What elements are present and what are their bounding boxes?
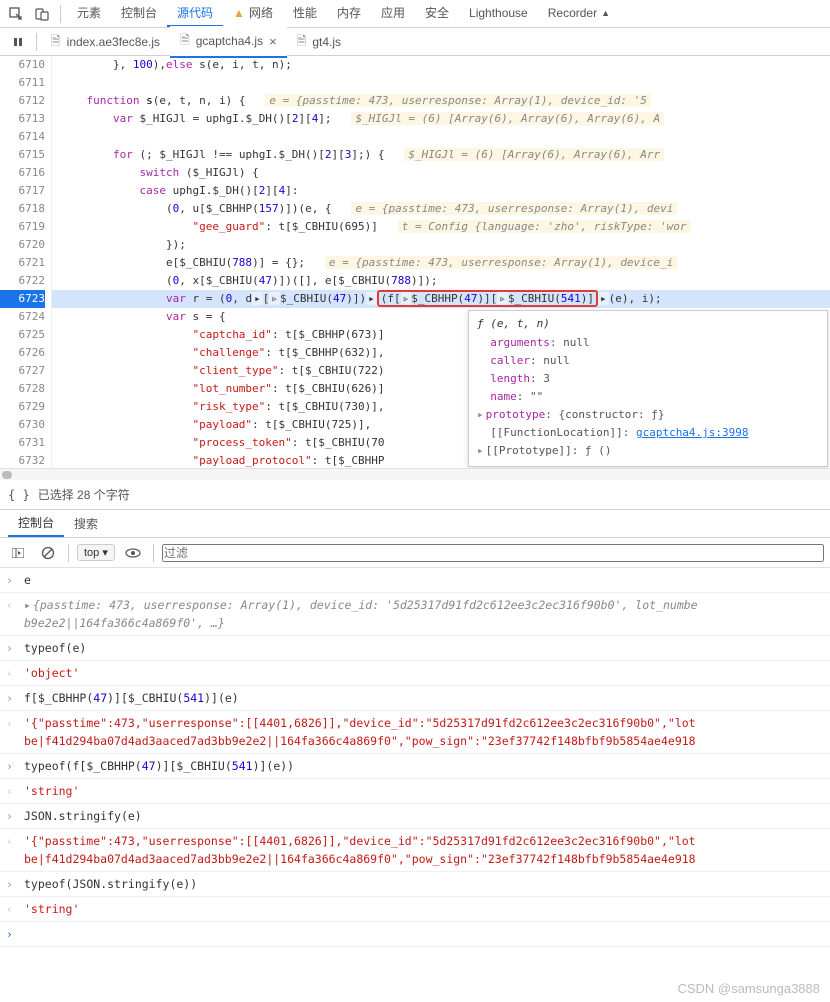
panel-tab-内存[interactable]: 内存 bbox=[327, 0, 371, 27]
console-input-row: ›typeof(JSON.stringify(e)) bbox=[0, 872, 830, 897]
file-tab[interactable]: 🗎gt4.js bbox=[287, 26, 351, 58]
watermark: CSDN @samsunga3888 bbox=[677, 981, 820, 996]
file-icon: 🗎 bbox=[297, 32, 307, 53]
console-output-row: ‹▸{passtime: 473, userresponse: Array(1)… bbox=[0, 593, 830, 636]
pause-script-icon[interactable] bbox=[4, 30, 32, 54]
console-toolbar: top ▾ bbox=[0, 538, 830, 568]
panel-tabs: 元素控制台源代码▲ 网络性能内存应用安全LighthouseRecorder ▲ bbox=[67, 0, 620, 27]
console-output-row: ‹'string' bbox=[0, 897, 830, 922]
panel-tab-性能[interactable]: 性能 bbox=[283, 0, 327, 27]
file-icon: 🗎 bbox=[180, 31, 190, 52]
drawer-tab[interactable]: 搜索 bbox=[64, 511, 108, 536]
selection-status-bar: { } 已选择 28 个字符 bbox=[0, 480, 830, 510]
tooltip-function-location[interactable]: [[FunctionLocation]]: gcaptcha4.js:3998 bbox=[477, 424, 819, 442]
clear-console-icon[interactable] bbox=[36, 541, 60, 565]
line-gutter[interactable]: 6710671167126713671467156716671767186719… bbox=[0, 56, 52, 468]
console-output-row: ‹'{"passtime":473,"userresponse":[[4401,… bbox=[0, 829, 830, 872]
file-tab[interactable]: 🗎gcaptcha4.js× bbox=[170, 26, 287, 58]
separator bbox=[153, 544, 154, 562]
console-output-row: ‹'object' bbox=[0, 661, 830, 686]
tooltip-property: name: "" bbox=[477, 388, 819, 406]
console-input-row: ›f[$_CBHHP(47)][$_CBHIU(541)](e) bbox=[0, 686, 830, 711]
console-output: ›e‹▸{passtime: 473, userresponse: Array(… bbox=[0, 568, 830, 947]
context-selector[interactable]: top ▾ bbox=[77, 544, 115, 561]
console-filter-input[interactable] bbox=[162, 544, 824, 562]
horizontal-scrollbar[interactable] bbox=[0, 468, 830, 480]
console-input-row: ›typeof(f[$_CBHHP(47)][$_CBHIU(541)](e)) bbox=[0, 754, 830, 779]
panel-tab-recorder[interactable]: Recorder ▲ bbox=[538, 2, 620, 26]
console-input-row: ›e bbox=[0, 568, 830, 593]
format-code-icon[interactable]: { } bbox=[8, 488, 30, 502]
scrollbar-thumb[interactable] bbox=[2, 471, 12, 479]
close-icon[interactable]: × bbox=[269, 34, 277, 49]
tooltip-property: caller: null bbox=[477, 352, 819, 370]
inspect-icon[interactable] bbox=[4, 2, 28, 26]
tooltip-property: length: 3 bbox=[477, 370, 819, 388]
console-output-row: ‹'string' bbox=[0, 779, 830, 804]
live-expression-icon[interactable] bbox=[121, 541, 145, 565]
separator bbox=[36, 33, 37, 51]
console-input-row: ›typeof(e) bbox=[0, 636, 830, 661]
console-output-row: ‹'{"passtime":473,"userresponse":[[4401,… bbox=[0, 711, 830, 754]
file-tab-bar: 🗎index.ae3fec8e.js🗎gcaptcha4.js×🗎gt4.js bbox=[0, 28, 830, 56]
drawer-tabs: 控制台搜索 bbox=[0, 510, 830, 538]
panel-tab-源代码[interactable]: 源代码 bbox=[167, 0, 223, 27]
panel-tab-安全[interactable]: 安全 bbox=[415, 0, 459, 27]
file-tab[interactable]: 🗎index.ae3fec8e.js bbox=[41, 26, 170, 58]
panel-tab-控制台[interactable]: 控制台 bbox=[111, 0, 167, 27]
separator bbox=[60, 5, 61, 23]
panel-tab-元素[interactable]: 元素 bbox=[67, 0, 111, 27]
console-sidebar-toggle-icon[interactable] bbox=[6, 541, 30, 565]
tooltip-prototype[interactable]: ▸prototype: {constructor: ƒ} bbox=[477, 406, 819, 424]
source-code-area: 6710671167126713671467156716671767186719… bbox=[0, 56, 830, 468]
selection-text: 已选择 28 个字符 bbox=[38, 486, 130, 503]
console-prompt[interactable]: › bbox=[0, 922, 830, 947]
console-input-row: ›JSON.stringify(e) bbox=[0, 804, 830, 829]
main-toolbar: 元素控制台源代码▲ 网络性能内存应用安全LighthouseRecorder ▲ bbox=[0, 0, 830, 28]
tooltip-signature: ƒ (e, t, n) bbox=[477, 317, 819, 330]
device-toggle-icon[interactable] bbox=[30, 2, 54, 26]
panel-tab-网络[interactable]: ▲ 网络 bbox=[223, 0, 283, 27]
panel-tab-应用[interactable]: 应用 bbox=[371, 0, 415, 27]
separator bbox=[68, 544, 69, 562]
tooltip-property: arguments: null bbox=[477, 334, 819, 352]
tooltip-proto-chain[interactable]: ▸[[Prototype]]: ƒ () bbox=[477, 442, 819, 460]
panel-tab-lighthouse[interactable]: Lighthouse bbox=[459, 2, 538, 26]
object-preview-tooltip: ƒ (e, t, n) arguments: null caller: null… bbox=[468, 310, 828, 467]
file-icon: 🗎 bbox=[51, 32, 61, 53]
drawer-tab[interactable]: 控制台 bbox=[8, 510, 64, 537]
